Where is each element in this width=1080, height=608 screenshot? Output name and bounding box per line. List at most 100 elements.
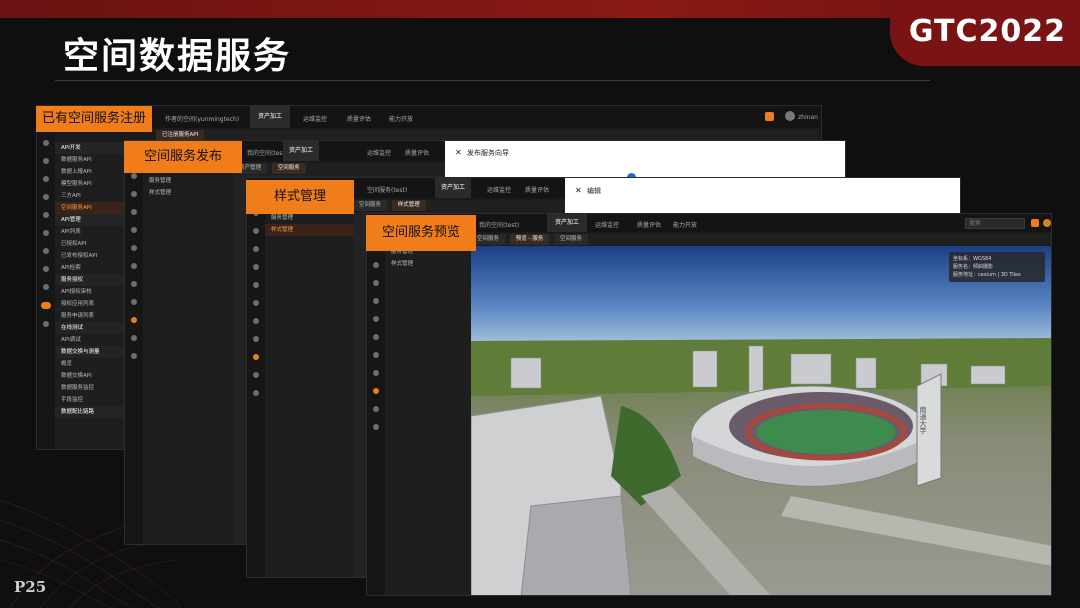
sidebar-item-style-manage[interactable]: 样式管理 (143, 187, 233, 199)
sidebar-item-style-manage[interactable]: 样式管理 (385, 258, 471, 270)
sidebar-group-header[interactable]: 服务授权 (55, 274, 125, 286)
cube-icon[interactable] (43, 158, 49, 164)
send-icon[interactable] (131, 317, 137, 323)
search-input[interactable] (965, 218, 1025, 229)
cloud-icon[interactable] (131, 335, 137, 341)
database-icon[interactable] (43, 230, 49, 236)
cube-icon[interactable] (253, 228, 259, 234)
globe-icon[interactable] (43, 321, 49, 327)
chart-icon[interactable] (131, 227, 137, 233)
sidebar-item[interactable]: 已授权API (55, 238, 125, 250)
leaf-icon[interactable] (373, 370, 379, 376)
cloud-icon[interactable] (41, 302, 51, 309)
home-icon[interactable] (43, 140, 49, 146)
chart-icon[interactable] (43, 194, 49, 200)
tab-spatial-service[interactable]: 空间服务 (353, 200, 388, 211)
globe-icon[interactable] (253, 390, 259, 396)
workspace-selector[interactable]: 作者的空间(yunmingtech) (165, 114, 239, 123)
workspace-selector[interactable]: 我的空间(test) (247, 148, 287, 157)
cloud-icon[interactable] (373, 406, 379, 412)
sidebar-item[interactable]: 手段监控 (55, 394, 125, 406)
nav-ops[interactable]: 运维监控 (367, 148, 391, 157)
nav-ops[interactable]: 运维监控 (595, 220, 619, 229)
leaf-icon[interactable] (131, 299, 137, 305)
leaf-icon[interactable] (43, 266, 49, 272)
sidebar-item[interactable]: 数据上报API (55, 166, 125, 178)
nav-ops[interactable]: 运维监控 (487, 185, 511, 194)
chart-icon[interactable] (253, 264, 259, 270)
nav-asset[interactable]: 资产加工 (435, 178, 472, 198)
avatar[interactable] (1043, 219, 1051, 227)
layers-icon[interactable] (43, 248, 49, 254)
shield-icon[interactable] (43, 212, 49, 218)
notification-icon[interactable] (1031, 219, 1039, 227)
send-icon[interactable] (373, 388, 379, 394)
home-icon[interactable] (131, 173, 137, 179)
shield-icon[interactable] (253, 282, 259, 288)
nav-quality[interactable]: 质量评估 (405, 148, 429, 157)
sidebar-item[interactable]: 模型服务API (55, 178, 125, 190)
tab-spatial-service[interactable]: 空间服务 (471, 234, 506, 245)
tab-preview[interactable]: 预览 - 服务 (509, 234, 550, 245)
nav-asset[interactable]: 资产加工 (547, 214, 588, 232)
leaf-icon[interactable] (253, 336, 259, 342)
nav-asset[interactable]: 资产加工 (250, 106, 291, 128)
chart-icon[interactable] (373, 298, 379, 304)
database-icon[interactable] (253, 300, 259, 306)
grid-icon[interactable] (131, 209, 137, 215)
sidebar-item[interactable]: API调试 (55, 334, 125, 346)
sidebar-group-header[interactable]: API管理 (55, 214, 125, 226)
sidebar-item[interactable]: API检索 (55, 262, 125, 274)
sidebar-item[interactable]: 三方API (55, 190, 125, 202)
sidebar-group-header[interactable]: 在线测试 (55, 322, 125, 334)
sidebar-item[interactable]: 服务申请列表 (55, 310, 125, 322)
sidebar-item[interactable]: 授权应用列表 (55, 298, 125, 310)
send-icon[interactable] (253, 354, 259, 360)
nav-ops[interactable]: 运维监控 (303, 114, 327, 123)
sidebar-item[interactable]: 数据服务API (55, 154, 125, 166)
sidebar-group-header[interactable]: 数据配比链路 (55, 406, 125, 418)
nav-open[interactable]: 能力开放 (673, 220, 697, 229)
database-icon[interactable] (131, 263, 137, 269)
sidebar-item[interactable]: 数据服务监控 (55, 382, 125, 394)
cube-icon[interactable] (373, 262, 379, 268)
sidebar-item[interactable]: API列表 (55, 226, 125, 238)
workspace-selector[interactable]: 我的空间(test) (479, 220, 519, 229)
tab-spatial-service-2[interactable]: 空间服务 (554, 234, 589, 245)
close-icon[interactable]: ✕ (575, 186, 582, 195)
nav-quality[interactable]: 质量评估 (637, 220, 661, 229)
sidebar-group-header[interactable]: API开发 (55, 142, 125, 154)
send-icon[interactable] (43, 284, 49, 290)
grid-icon[interactable] (373, 280, 379, 286)
3d-scene-viewport[interactable]: 南通大学 (471, 246, 1052, 596)
globe-icon[interactable] (373, 424, 379, 430)
sidebar-item[interactable]: 空间服务API (55, 202, 125, 214)
sidebar-item[interactable]: 已发布授权API (55, 250, 125, 262)
database-icon[interactable] (373, 334, 379, 340)
cube-icon[interactable] (131, 191, 137, 197)
globe-icon[interactable] (131, 353, 137, 359)
avatar[interactable] (785, 111, 795, 121)
layers-icon[interactable] (373, 352, 379, 358)
shield-icon[interactable] (131, 245, 137, 251)
tab-style-manage[interactable]: 样式管理 (391, 200, 426, 211)
sidebar-item-service-manage[interactable]: 服务管理 (143, 175, 233, 187)
nav-asset[interactable]: 资产加工 (283, 141, 320, 161)
sidebar-group-header[interactable]: 数据交换与测量 (55, 346, 125, 358)
tab-spatial-service[interactable]: 空间服务 (271, 163, 306, 174)
workspace-selector[interactable]: 空间服务(test) (367, 185, 407, 194)
close-icon[interactable]: ✕ (455, 148, 462, 157)
layers-icon[interactable] (253, 318, 259, 324)
nav-quality[interactable]: 质量评估 (347, 114, 371, 123)
grid-icon[interactable] (43, 176, 49, 182)
sidebar-item-style-manage[interactable]: 样式管理 (265, 224, 353, 236)
sidebar-item[interactable]: 数据交换API (55, 370, 125, 382)
sidebar-item[interactable]: 概览 (55, 358, 125, 370)
notification-icon[interactable] (765, 112, 774, 121)
shield-icon[interactable] (373, 316, 379, 322)
sidebar-item[interactable]: API授权审核 (55, 286, 125, 298)
grid-icon[interactable] (253, 246, 259, 252)
nav-open[interactable]: 能力开放 (389, 114, 413, 123)
nav-quality[interactable]: 质量评估 (525, 185, 549, 194)
cloud-icon[interactable] (253, 372, 259, 378)
